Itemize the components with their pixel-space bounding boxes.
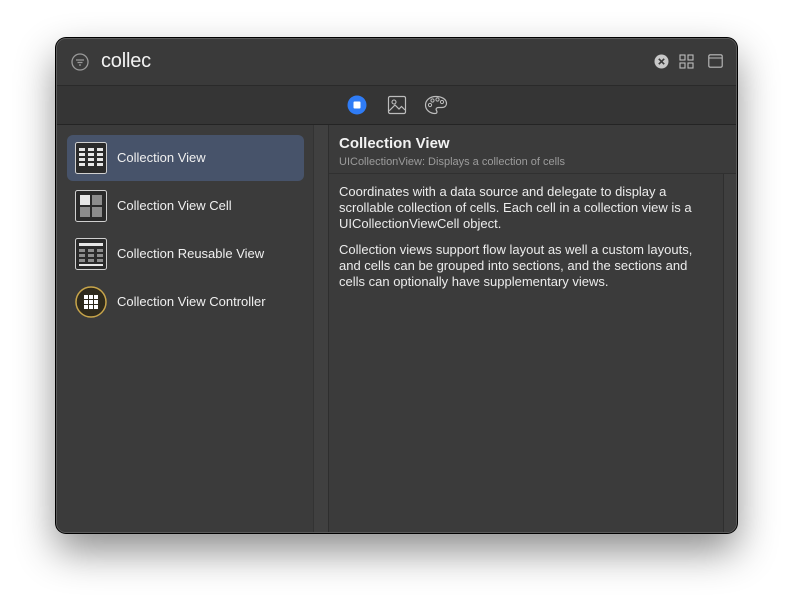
list-item-collection-view[interactable]: Collection View xyxy=(67,135,304,181)
image-icon[interactable] xyxy=(387,95,407,115)
detail-title: Collection View xyxy=(339,135,450,152)
list-item-collection-reusable-view[interactable]: Collection Reusable View xyxy=(67,231,304,277)
collection-view-controller-icon xyxy=(75,286,107,318)
objects-icon[interactable] xyxy=(347,95,367,115)
grid-view-icon[interactable] xyxy=(679,54,694,69)
search-bar: collec xyxy=(57,39,736,86)
list-item-label: Collection Reusable View xyxy=(117,246,265,261)
detail-header: Collection View UICollectionView: Displa… xyxy=(329,125,736,174)
filter-icon[interactable] xyxy=(71,53,89,71)
collection-reusable-view-icon xyxy=(75,238,107,270)
library-tab-bar xyxy=(57,86,736,125)
panel-icon[interactable] xyxy=(708,54,723,68)
list-item-label: Collection View Controller xyxy=(117,294,266,309)
detail-subtitle: UICollectionView: Displays a collection … xyxy=(339,156,566,168)
library-window: collec Collection View Collection View C… xyxy=(56,38,737,533)
collection-view-icon xyxy=(75,142,107,174)
list-item-label: Collection View Cell xyxy=(117,198,232,213)
list-item-collection-view-controller[interactable]: Collection View Controller xyxy=(67,279,304,325)
detail-pane: Collection View UICollectionView: Displa… xyxy=(329,125,736,532)
detail-scrollbar[interactable] xyxy=(723,174,736,532)
list-item-label: Collection View xyxy=(117,150,206,165)
library-list: Collection View Collection View Cell Col… xyxy=(57,125,313,532)
clear-icon[interactable] xyxy=(654,54,669,69)
search-input[interactable]: collec xyxy=(101,50,151,73)
palette-icon[interactable] xyxy=(424,95,448,115)
description-paragraph: Coordinates with a data source and deleg… xyxy=(339,184,692,231)
description-paragraph: Collection views support flow layout as … xyxy=(339,242,693,289)
list-item-collection-view-cell[interactable]: Collection View Cell xyxy=(67,183,304,229)
collection-view-cell-icon xyxy=(75,190,107,222)
split-view-divider[interactable] xyxy=(313,125,329,532)
detail-description: Coordinates with a data source and deleg… xyxy=(339,184,714,300)
